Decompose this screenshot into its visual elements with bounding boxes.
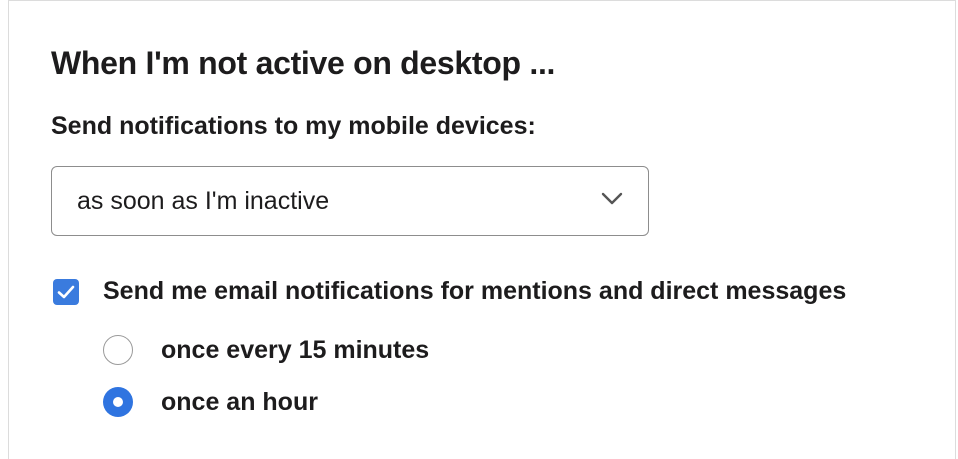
- radio-button-hour[interactable]: [103, 387, 133, 417]
- notification-settings-panel: When I'm not active on desktop ... Send …: [8, 0, 956, 459]
- email-frequency-label-hour[interactable]: once an hour: [161, 388, 318, 417]
- chevron-down-icon: [601, 192, 623, 206]
- mobile-notifications-label: Send notifications to my mobile devices:: [51, 112, 536, 140]
- section-heading: When I'm not active on desktop ...: [51, 45, 556, 81]
- checkmark-icon: [57, 285, 75, 299]
- mobile-notifications-selected-value: as soon as I'm inactive: [77, 187, 330, 215]
- radio-selected-dot: [113, 397, 123, 407]
- email-notifications-checkbox[interactable]: [53, 279, 79, 305]
- email-notifications-label[interactable]: Send me email notifications for mentions…: [103, 277, 846, 306]
- email-frequency-label-15min[interactable]: once every 15 minutes: [161, 336, 429, 365]
- radio-button-15min[interactable]: [103, 335, 133, 365]
- mobile-notifications-select[interactable]: as soon as I'm inactive: [51, 166, 649, 236]
